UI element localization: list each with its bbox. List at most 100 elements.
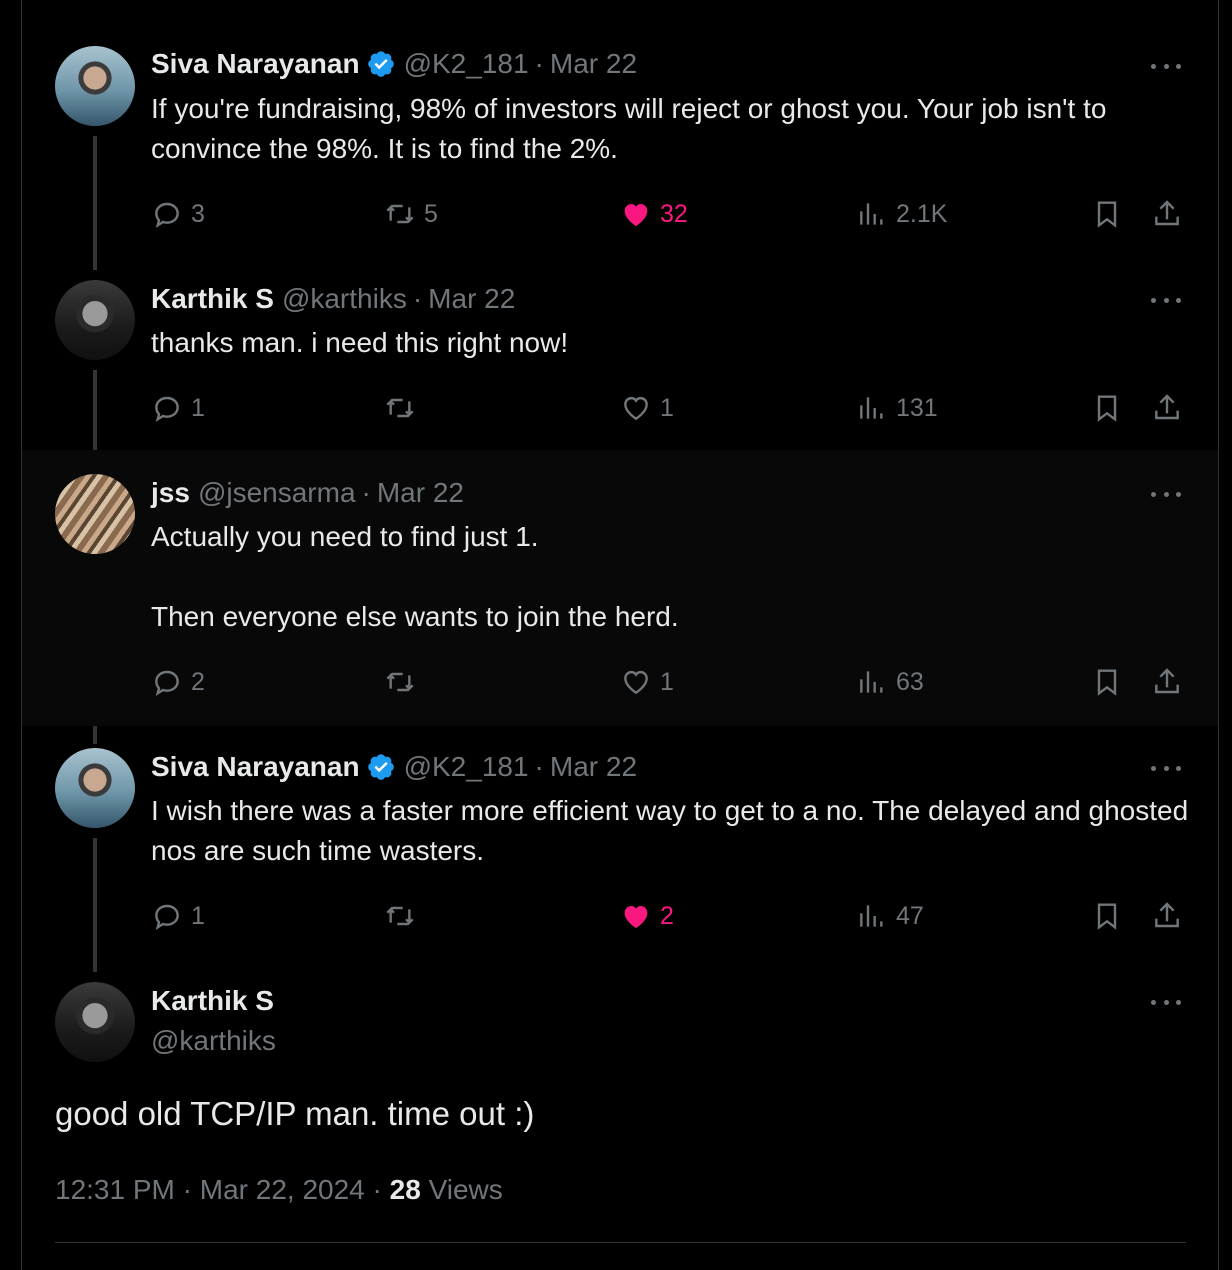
avatar[interactable] (55, 280, 135, 360)
action-bar: 1 1 131 (151, 388, 1191, 428)
avatar[interactable] (55, 46, 135, 126)
reply-count: 3 (191, 199, 205, 228)
author-name[interactable]: Karthik S (151, 983, 274, 1019)
reply-icon (155, 202, 179, 228)
separator: · (534, 751, 544, 782)
views-icon (860, 203, 883, 225)
tweet-date[interactable]: Mar 22 (377, 476, 464, 510)
tweet-header: Karthik S @karthiks · Mar 22 (151, 282, 515, 316)
views-label: Views (428, 1174, 503, 1205)
like-count: 1 (660, 667, 674, 696)
separator: · (361, 477, 371, 508)
author-name[interactable]: Karthik S (151, 282, 274, 316)
like-icon (624, 396, 648, 421)
author-name[interactable]: Siva Narayanan (151, 47, 360, 81)
retweet-icon (386, 906, 414, 926)
views-count: 28 (389, 1174, 421, 1205)
retweet-icon (386, 204, 414, 224)
more-icon[interactable] (1151, 489, 1181, 499)
views-count: 2.1K (896, 199, 948, 228)
reply-button[interactable]: 1 (151, 388, 205, 428)
more-icon[interactable] (1151, 763, 1181, 773)
like-count: 32 (660, 199, 688, 228)
views-icon (860, 905, 883, 927)
retweet-count: 5 (424, 199, 438, 228)
like-button[interactable]: 32 (620, 194, 688, 234)
tweet-text-line: Actually you need to find just 1. (151, 521, 539, 552)
retweet-button[interactable]: 5 (384, 194, 438, 234)
author-name[interactable]: Siva Narayanan (151, 750, 360, 784)
bookmark-icon (1097, 395, 1117, 422)
reply-count: 1 (191, 901, 205, 930)
retweet-button[interactable] (384, 896, 424, 936)
tweet-header: jss @jsensarma · Mar 22 (151, 476, 464, 510)
separator: · (534, 48, 544, 79)
separator: · (182, 1174, 192, 1205)
share-button[interactable] (1151, 388, 1183, 428)
views-count: 63 (896, 667, 924, 696)
tweet-text: I wish there was a faster more efficient… (151, 795, 1189, 866)
views-button[interactable]: 47 (856, 896, 924, 936)
like-button[interactable]: 1 (620, 662, 674, 702)
action-bar: 3 5 32 2.1K (151, 194, 1191, 234)
tweet-text: good old TCP/IP man. time out :) (55, 1095, 535, 1132)
avatar[interactable] (55, 474, 135, 554)
reply-button[interactable]: 1 (151, 896, 205, 936)
share-button[interactable] (1151, 896, 1183, 936)
author-handle[interactable]: @karthiks (151, 1023, 276, 1059)
author-handle[interactable]: @K2_181 (404, 750, 529, 784)
like-button[interactable]: 1 (620, 388, 674, 428)
views-icon (860, 397, 883, 419)
share-button[interactable] (1151, 194, 1183, 234)
author-handle[interactable]: @jsensarma (198, 476, 356, 510)
tweet-date[interactable]: Mar 22 (550, 750, 637, 784)
bookmark-button[interactable] (1091, 662, 1123, 702)
main-tweet: Karthik S @karthiks good old TCP/IP man.… (22, 962, 1218, 1270)
verified-icon (367, 754, 394, 780)
verified-icon (367, 51, 394, 77)
reply-icon (155, 670, 179, 696)
more-icon[interactable] (1151, 997, 1181, 1007)
reply-tweet[interactable]: Siva Narayanan @K2_181 · Mar 22 If you'r… (22, 0, 1218, 260)
avatar[interactable] (55, 748, 135, 828)
avatar[interactable] (55, 982, 135, 1062)
retweet-button[interactable] (384, 662, 424, 702)
divider (55, 1242, 1186, 1243)
separator: · (372, 1174, 382, 1205)
bookmark-icon (1097, 669, 1117, 696)
bookmark-button[interactable] (1091, 388, 1123, 428)
more-icon[interactable] (1151, 295, 1181, 305)
bookmark-icon (1097, 201, 1117, 228)
reply-button[interactable]: 3 (151, 194, 205, 234)
share-button[interactable] (1151, 662, 1183, 702)
reply-button[interactable]: 2 (151, 662, 205, 702)
reply-tweet[interactable]: Siva Narayanan @K2_181 · Mar 22 I wish t… (22, 726, 1218, 962)
tweet-time[interactable]: 12:31 PM (55, 1174, 175, 1205)
share-icon (1155, 200, 1179, 226)
author-handle[interactable]: @K2_181 (404, 47, 529, 81)
tweet-full-date[interactable]: Mar 22, 2024 (200, 1174, 365, 1205)
tweet-date[interactable]: Mar 22 (550, 47, 637, 81)
tweet-header: Siva Narayanan @K2_181 · Mar 22 (151, 47, 637, 81)
views-button[interactable]: 2.1K (856, 194, 947, 234)
bookmark-button[interactable] (1091, 194, 1123, 234)
author-handle[interactable]: @karthiks (282, 282, 407, 316)
more-icon[interactable] (1151, 61, 1181, 71)
views-button[interactable]: 131 (856, 388, 938, 428)
reply-tweet[interactable]: jss @jsensarma · Mar 22 Actually you nee… (22, 450, 1218, 726)
tweet-text-line: Then everyone else wants to join the her… (151, 601, 679, 632)
bookmark-button[interactable] (1091, 896, 1123, 936)
retweet-icon (386, 672, 414, 692)
views-button[interactable]: 63 (856, 662, 924, 702)
author-name[interactable]: jss (151, 476, 190, 510)
reply-tweet[interactable]: Karthik S @karthiks · Mar 22 thanks man.… (22, 260, 1218, 450)
views-count: 131 (896, 393, 938, 422)
retweet-icon (386, 398, 414, 418)
reply-count: 2 (191, 667, 205, 696)
share-icon (1155, 902, 1179, 928)
retweet-button[interactable] (384, 388, 424, 428)
like-icon (624, 906, 648, 928)
tweet-date[interactable]: Mar 22 (428, 282, 515, 316)
like-icon (624, 670, 648, 695)
like-button[interactable]: 2 (620, 896, 674, 936)
